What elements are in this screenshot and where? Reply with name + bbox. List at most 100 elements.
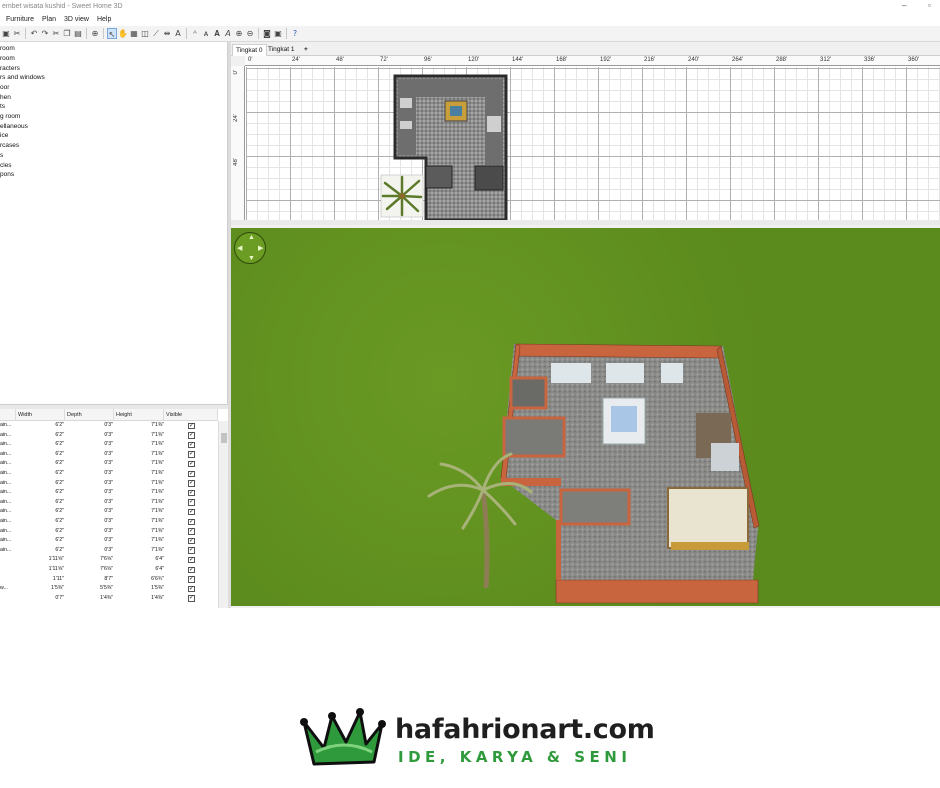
house-floor-plan[interactable] [246,67,940,225]
catalog-category[interactable]: oor [0,84,9,91]
table-row[interactable]: 1'11⅝" 7'6⅝" 6'4" ✓ [0,555,218,565]
copy-icon[interactable]: ❐ [62,28,72,39]
plan-scrollbar-horizontal[interactable] [231,220,940,225]
table-row[interactable]: ain... 6'2" 0'3" 7'1⅜" ✓ [0,440,218,450]
catalog-category[interactable]: ellaneous [0,123,28,130]
visible-checkbox[interactable]: ✓ [188,451,195,458]
paste-icon[interactable]: ▤ [73,28,83,39]
table-row[interactable]: ain... 6'2" 0'3" 7'1⅜" ✓ [0,546,218,556]
menu-furniture[interactable]: Furniture [6,14,34,26]
catalog-category[interactable]: rs and windows [0,74,45,81]
visible-checkbox[interactable]: ✓ [188,422,195,429]
tab-tingkat-0[interactable]: Tingkat 0 [232,44,267,56]
catalog-category[interactable]: ts [0,103,5,110]
zoom-out-icon[interactable]: ⊖ [245,28,255,39]
text-style-icon[interactable]: 𝐀 [212,28,222,39]
add-text-icon[interactable]: A [173,28,183,39]
help-icon[interactable]: ? [290,28,300,39]
plan-view[interactable]: Tingkat 0 Tingkat 1 + 0' 24' 48' 72' 96' 120'… [231,42,940,225]
ruler-corner [231,56,245,66]
table-row[interactable]: ain... 6'2" 0'3" 7'1⅜" ✓ [0,498,218,508]
table-row[interactable]: 0'7" 1'4⅜" 1'4⅜" ✓ [0,594,218,604]
zoom-in-icon[interactable]: ⊕ [234,28,244,39]
menu-help[interactable]: Help [97,14,111,26]
visible-checkbox[interactable]: ✓ [188,518,195,525]
cell-name: w... [0,585,8,592]
tab-tingkat-1[interactable]: Tingkat 1 [265,44,298,56]
column-header-height[interactable]: Height [114,409,164,421]
select-icon[interactable]: ↖ [107,28,117,39]
column-header-width[interactable]: Width [16,409,65,421]
catalog-category[interactable]: racters [0,65,20,72]
visible-checkbox[interactable]: ✓ [188,470,195,477]
visible-checkbox[interactable]: ✓ [188,480,195,487]
redo-icon[interactable]: ↷ [40,28,50,39]
table-scrollbar[interactable] [218,421,228,608]
create-polylines-icon[interactable]: ⟋ [151,28,161,39]
visible-checkbox[interactable]: ✓ [188,489,195,497]
visible-checkbox[interactable]: ✓ [188,595,195,602]
text-style-icon[interactable]: ᴀ [201,28,211,39]
visible-checkbox[interactable]: ✓ [188,547,195,554]
table-row[interactable]: ain... 6'2" 0'3" 7'1⅜" ✓ [0,450,218,460]
visible-checkbox[interactable]: ✓ [188,508,195,516]
video-icon[interactable]: ▣ [273,28,283,39]
table-row[interactable]: w... 1'5⅜" 5'5⅜" 1'5⅜" ✓ [0,584,218,594]
catalog-category[interactable]: ice [0,132,8,139]
visible-checkbox[interactable]: ✓ [188,499,195,506]
minimize-button[interactable]: – [902,0,906,12]
catalog-category[interactable]: cles [0,162,12,169]
maximize-button[interactable]: ▫ [928,0,931,12]
catalog-category[interactable]: room [0,55,15,62]
3d-view[interactable]: ▲ ▼ ◀ ▶ [231,228,940,606]
table-row[interactable]: ain... 6'2" 0'3" 7'1⅜" ✓ [0,507,218,517]
menu-plan[interactable]: Plan [42,14,56,26]
table-row[interactable]: 1'11⅝" 7'6⅝" 6'4" ✓ [0,565,218,575]
table-row[interactable]: ain... 6'2" 0'3" 7'1⅜" ✓ [0,421,218,431]
pan-icon[interactable]: ✋ [118,28,128,39]
visible-checkbox[interactable]: ✓ [188,528,195,535]
visible-checkbox[interactable]: ✓ [188,576,195,583]
column-header-visible[interactable]: Visible [164,409,218,421]
visible-checkbox[interactable]: ✓ [188,566,195,573]
text-style-icon[interactable]: 𝘈 [223,28,233,39]
table-row[interactable]: ain... 6'2" 0'3" 7'1⅜" ✓ [0,479,218,489]
add-level-button[interactable]: + [301,44,311,56]
visible-checkbox[interactable]: ✓ [188,432,195,439]
create-rooms-icon[interactable]: ◫ [140,28,150,39]
table-row[interactable]: ain... 6'2" 0'3" 7'1⅜" ✓ [0,488,218,498]
create-dimensions-icon[interactable]: ⇹ [162,28,172,39]
table-row[interactable]: ain... 6'2" 0'3" 7'1⅜" ✓ [0,527,218,537]
table-row[interactable]: ain... 6'2" 0'3" 7'1⅜" ✓ [0,431,218,441]
column-header-name[interactable] [0,409,16,421]
visible-checkbox[interactable]: ✓ [188,537,195,545]
add-furniture-icon[interactable]: ⊕ [90,28,100,39]
plan-grid[interactable] [246,67,940,225]
catalog-category[interactable]: g room [0,113,20,120]
create-walls-icon[interactable]: ▦ [129,28,139,39]
cut-icon[interactable]: ✂ [51,28,61,39]
table-row[interactable]: 1'11" 8'7" 6'6¾" ✓ [0,575,218,585]
catalog-category[interactable]: room [0,45,15,52]
table-row[interactable]: ain... 6'2" 0'3" 7'1⅜" ✓ [0,469,218,479]
visible-checkbox[interactable]: ✓ [188,585,195,593]
table-scrollbar-thumb[interactable] [221,433,227,443]
table-row[interactable]: ain... 6'2" 0'3" 7'1⅜" ✓ [0,536,218,546]
cut-icon[interactable]: ✂ [12,28,22,39]
table-row[interactable]: ain... 6'2" 0'3" 7'1⅜" ✓ [0,459,218,469]
menu-3d-view[interactable]: 3D view [64,14,89,26]
visible-checkbox[interactable]: ✓ [188,441,195,449]
save-icon[interactable]: ▣ [1,28,11,39]
catalog-category[interactable]: pons [0,171,14,178]
text-style-icon[interactable]: ᴬ [190,28,200,39]
visible-checkbox[interactable]: ✓ [188,460,195,468]
catalog-category[interactable]: s [0,152,3,159]
undo-icon[interactable]: ↶ [29,28,39,39]
visible-checkbox[interactable]: ✓ [188,556,195,564]
catalog-category[interactable]: rcases [0,142,19,149]
3d-scene[interactable] [231,228,940,606]
column-header-depth[interactable]: Depth [65,409,114,421]
table-row[interactable]: ain... 6'2" 0'3" 7'1⅜" ✓ [0,517,218,527]
photo-icon[interactable]: ◙ [262,28,272,39]
catalog-category[interactable]: hen [0,94,11,101]
